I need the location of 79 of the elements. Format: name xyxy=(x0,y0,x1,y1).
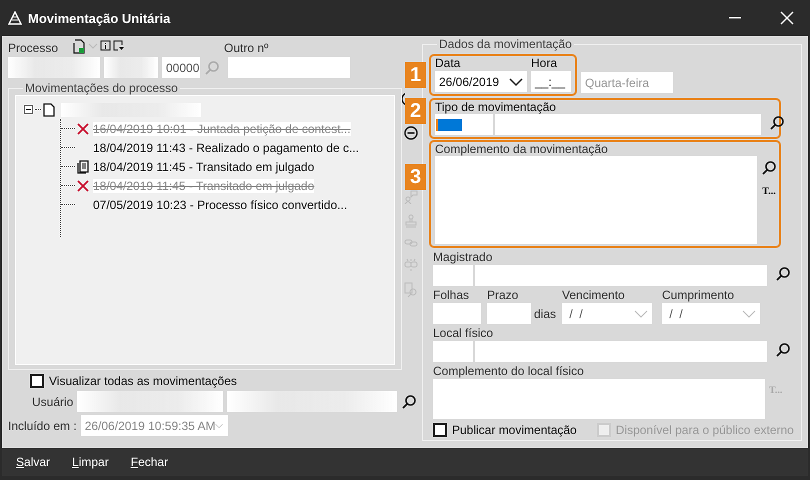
cross-icon xyxy=(77,122,89,134)
input-field[interactable] xyxy=(475,265,767,286)
tree-item[interactable]: 16/04/2019 10:01 - Juntada petição de contest... xyxy=(93,122,351,136)
search-icon[interactable] xyxy=(401,394,418,410)
tree-item[interactable]: 18/04/2019 11:43 - Realizado o pagamento de c... xyxy=(93,140,359,154)
input-field[interactable] xyxy=(495,114,761,135)
date-dropdown[interactable]: 26/06/2019 xyxy=(435,71,527,92)
field-label: Usuário xyxy=(32,394,74,408)
window-title: Movimentação Unitária xyxy=(28,10,172,26)
input-field[interactable] xyxy=(487,303,531,324)
field-label: Complemento do local físico xyxy=(433,364,585,378)
search-icon[interactable] xyxy=(761,160,777,176)
document-icon[interactable] xyxy=(72,38,86,54)
search-icon[interactable] xyxy=(775,342,791,358)
field-label: Incluído em : xyxy=(8,418,77,432)
person-flag-icon[interactable] xyxy=(404,190,418,204)
checkbox[interactable] xyxy=(433,423,447,437)
document-search-icon[interactable] xyxy=(404,282,418,298)
toolbar-button[interactable]: Fechar xyxy=(128,453,170,471)
field-label: Tipo de movimentação xyxy=(435,100,556,114)
minus-circle-icon[interactable] xyxy=(404,126,418,140)
document-icon xyxy=(43,102,55,116)
redacted-field[interactable] xyxy=(8,57,100,78)
field-label: Local físico xyxy=(433,326,494,340)
unit-label: dias xyxy=(534,307,556,321)
info-icon[interactable] xyxy=(100,40,112,52)
checkbox-label[interactable]: Visualizar todas as movimentações xyxy=(49,374,237,388)
toolbar-button[interactable]: Salvar xyxy=(14,453,52,471)
tree-item[interactable]: 07/05/2019 10:23 - Processo físico convertido... xyxy=(93,198,348,212)
field-label: Cumprimento xyxy=(662,288,736,302)
broken-link-icon[interactable] xyxy=(404,258,418,272)
field-label: Folhas xyxy=(433,288,470,302)
field-label: Vencimento xyxy=(562,288,626,302)
date-dropdown[interactable]: / / xyxy=(662,303,760,324)
step-badge: 3 xyxy=(405,164,426,190)
input-field[interactable] xyxy=(228,57,350,78)
documents-icon xyxy=(77,160,89,174)
step-badge: 1 xyxy=(405,62,426,88)
cross-icon xyxy=(77,180,89,192)
field-label: Complemento da movimentação xyxy=(435,142,608,156)
minimize-icon xyxy=(729,17,741,19)
text-selection xyxy=(436,118,462,130)
code-field[interactable] xyxy=(435,114,493,135)
field-label: Magistrado xyxy=(433,250,494,264)
link-icon[interactable] xyxy=(404,238,418,248)
stamp-icon[interactable] xyxy=(404,214,418,228)
input-field[interactable]: 00000 xyxy=(162,57,200,78)
document-arrow-icon[interactable] xyxy=(113,40,124,52)
collapse-icon[interactable] xyxy=(24,105,33,114)
date-dropdown[interactable]: / / xyxy=(562,303,652,324)
date-dropdown[interactable]: 26/06/2019 10:59:35 AM xyxy=(80,415,228,436)
input-field[interactable]: __:__ xyxy=(531,71,571,92)
pyramid-logo-icon xyxy=(8,11,22,25)
code-field[interactable] xyxy=(433,265,473,286)
field-label: Prazo xyxy=(487,288,520,302)
chevron-down-icon[interactable] xyxy=(509,76,523,86)
input-field[interactable] xyxy=(475,341,767,362)
tree-item[interactable]: 18/04/2019 11:45 - Transitado em julgado xyxy=(93,178,314,192)
group-legend: Dados da movimentação xyxy=(437,37,574,51)
field-label: Outro nº xyxy=(224,41,268,55)
code-field[interactable] xyxy=(433,341,473,362)
redacted-field[interactable] xyxy=(77,391,224,412)
toolbar-button[interactable]: Limpar xyxy=(70,453,111,471)
redacted-field[interactable] xyxy=(104,57,158,78)
weekday-field: Quarta-feira xyxy=(581,72,673,93)
redacted-field[interactable] xyxy=(227,391,398,412)
field-label: Processo xyxy=(8,41,58,55)
field-label: Hora xyxy=(531,56,558,70)
search-icon[interactable] xyxy=(769,115,785,131)
group-legend: Movimentações do processo xyxy=(23,81,180,95)
step-badge: 2 xyxy=(405,98,426,124)
text-button[interactable]: T... xyxy=(761,186,777,197)
input-field[interactable] xyxy=(433,303,481,324)
tree-item[interactable]: 18/04/2019 11:45 - Transitado em julgado xyxy=(93,160,314,174)
field-label: Data xyxy=(435,56,462,70)
search-icon[interactable] xyxy=(775,266,791,282)
close-icon xyxy=(780,11,794,25)
checkbox[interactable] xyxy=(30,374,44,388)
checkbox-label[interactable]: Publicar movimentação xyxy=(452,423,577,437)
